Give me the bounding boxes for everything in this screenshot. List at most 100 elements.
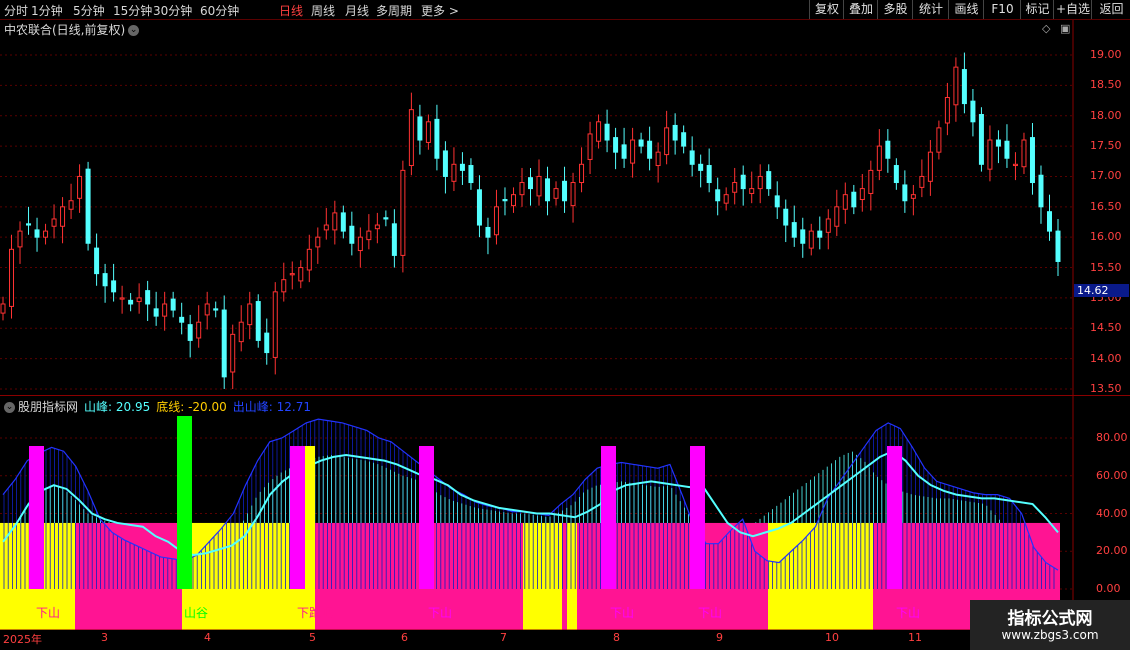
period-tab[interactable]: 月线 [345,2,369,19]
price-axis-label: 18.50 [1090,78,1122,92]
toolbar-button[interactable]: 画线 [948,0,984,19]
candle-body [102,273,108,287]
candle-body [383,217,389,220]
period-tab[interactable]: 日线 [279,2,303,19]
price-axis-label: 14.00 [1090,351,1122,365]
date-axis-label: 9 [716,631,723,644]
candlestick-chart[interactable] [0,20,1130,415]
candle-body [502,199,508,202]
candle-body [1021,139,1027,168]
candle-body [834,206,840,227]
zone-strip [562,589,567,630]
candle-body [111,280,117,293]
candle-body [664,127,670,156]
zone-label: 下山 [698,606,723,620]
toolbar-button[interactable]: F10 [983,0,1021,19]
candle-body [179,316,185,323]
date-axis-label: 4 [204,631,211,644]
candle-body [621,144,627,159]
candle-body [340,212,346,232]
period-tab[interactable]: 5分钟 [73,2,105,19]
indicator-chart[interactable] [0,395,1130,630]
period-tab[interactable]: 60分钟 [200,2,239,19]
candle-body [630,139,636,164]
indicator-axis-label: 40.00 [1096,506,1128,520]
candle-body [1046,211,1052,232]
candle-body [459,163,465,171]
candle-body [706,165,712,184]
toolbar-button[interactable]: +自选 [1053,0,1092,19]
toolbar-button[interactable]: 标记 [1020,0,1054,19]
period-tab[interactable]: 15分钟 [113,2,152,19]
candle-body [451,163,457,182]
toolbar-button[interactable]: 复权 [809,0,844,19]
period-tab[interactable]: 30分钟 [153,2,192,19]
candle-body [1004,140,1010,159]
candle-body [0,303,6,314]
zone-label: 下山 [896,606,921,620]
period-tab[interactable]: 多周期 [376,2,412,19]
candle-body [298,267,304,282]
date-axis-label: 10 [825,631,839,644]
candle-body [281,279,287,293]
zone-strip [768,589,873,630]
candle-body [723,194,729,204]
price-axis-label: 17.00 [1090,169,1122,183]
toolbar-button[interactable]: 统计 [912,0,949,19]
candle-body [510,194,516,207]
signal-marker [177,416,192,589]
candle-body [417,116,423,141]
candle-body [604,123,610,141]
price-axis-label: 18.00 [1090,108,1122,122]
candle-body [43,230,49,238]
candle-body [970,100,976,123]
candle-body [204,303,210,316]
candle-body [842,194,848,210]
candle-body [936,127,942,153]
candle-body [332,212,338,231]
candle-body [264,332,270,354]
candle-body [893,165,899,184]
candle-body [247,303,253,326]
indicator-axis-label: 0.00 [1096,582,1121,595]
candle-body [978,114,984,165]
signal-marker [887,446,902,589]
candle-body [868,169,874,194]
candle-body [323,224,329,231]
period-tab[interactable]: 1分钟 [31,2,63,19]
candle-body [230,333,236,373]
zone-strip [315,589,523,630]
candle-body [315,236,321,248]
candle-body [391,223,397,256]
period-tab[interactable]: 分时 [4,2,28,19]
date-axis-label: 2025年 [3,633,42,646]
period-tab[interactable]: 周线 [311,2,335,19]
candle-body [77,175,83,199]
candle-body [749,188,755,194]
candle-body [808,230,814,249]
candle-body [366,230,372,241]
candle-body [1055,230,1061,262]
candle-body [272,291,278,358]
toolbar-button[interactable]: 叠加 [843,0,878,19]
toolbar-button[interactable]: 多股 [877,0,913,19]
candle-body [162,303,168,317]
zone-strip [75,589,182,630]
date-axis-label: 3 [101,631,108,644]
candle-body [187,324,193,341]
candle-body [859,188,865,201]
candle-body [876,145,882,171]
candle-body [493,206,499,236]
candle-body [613,137,619,153]
toolbar-button[interactable]: 返回 [1091,0,1130,19]
candle-body [60,206,66,227]
candle-body [1038,174,1044,208]
candle-body [587,133,593,160]
zone-strip [567,589,577,630]
period-tab[interactable]: 更多 > [421,2,459,19]
candle-body [885,140,891,159]
candle-body [128,299,134,305]
candle-body [400,169,406,256]
candle-body [136,297,142,303]
candle-body [570,182,576,207]
